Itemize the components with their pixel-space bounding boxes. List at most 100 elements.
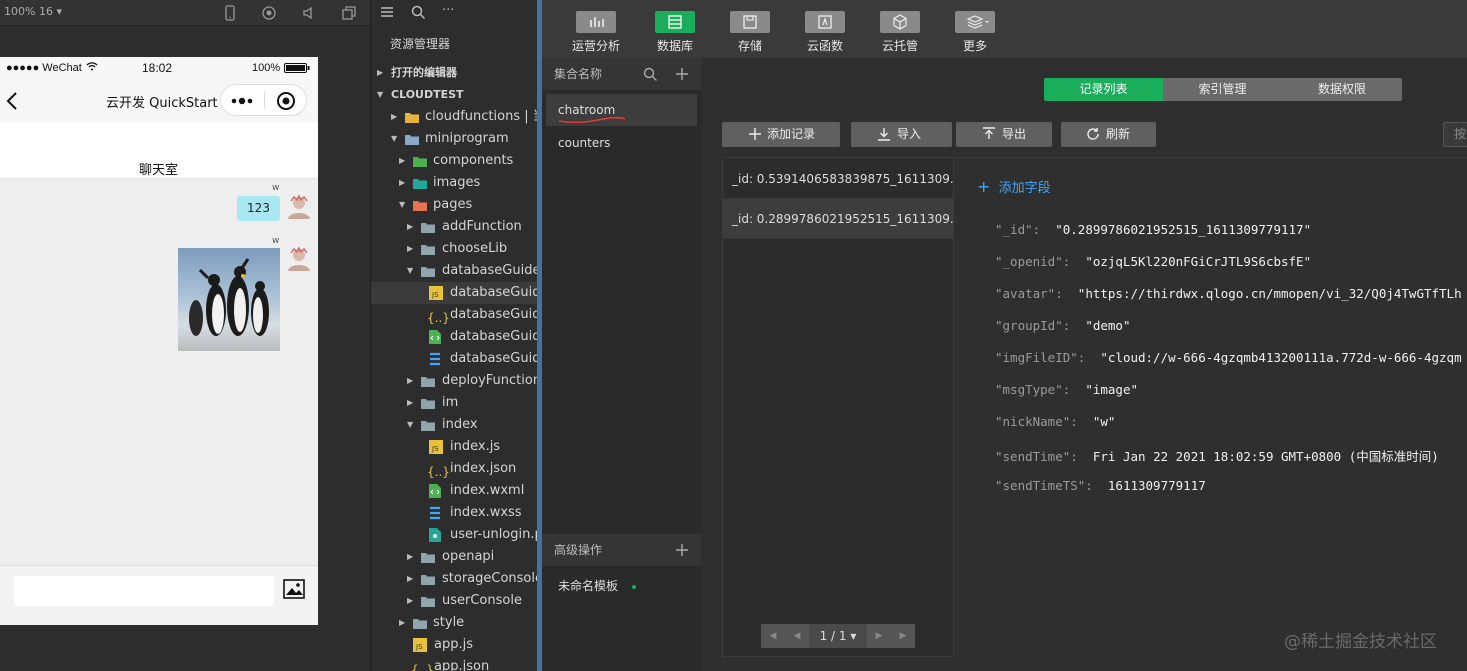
window-icon[interactable] — [341, 5, 357, 21]
tree-item-addfunction[interactable]: ▶ addFunction — [371, 216, 537, 238]
avatar[interactable] — [286, 193, 312, 219]
template-item[interactable]: 未命名模板 — [546, 570, 697, 602]
refresh-button[interactable]: 刷新 — [1061, 122, 1156, 147]
back-icon[interactable] — [6, 91, 18, 111]
tree-item-images[interactable]: ▶ images — [371, 172, 537, 194]
folder-open-icon — [421, 419, 435, 431]
add-collection-icon[interactable] — [674, 66, 690, 82]
more-dots-icon[interactable] — [231, 96, 257, 106]
tree-item-miniprogram[interactable]: ▼ miniprogram — [371, 128, 537, 150]
field-row-groupid[interactable]: "groupId": "demo" — [995, 318, 1130, 333]
field-row-avatar[interactable]: "avatar": "https://thirdwx.qlogo.cn/mmop… — [995, 286, 1462, 301]
toolbar-cloudhosting-button[interactable]: 云托管 — [870, 0, 930, 58]
field-row-openid[interactable]: "_openid": "ozjqL5Kl220nFGiCrJTL9S6cbsfE… — [995, 254, 1311, 269]
record-icon[interactable] — [261, 5, 277, 21]
toolbar-analytics-button[interactable]: 运营分析 — [566, 0, 626, 58]
database-icon — [655, 11, 695, 33]
search-record-input[interactable]: 按 — [1443, 122, 1467, 147]
tree-item-pages[interactable]: ▼ pages — [371, 194, 537, 216]
tree-item-components[interactable]: ▶ components — [371, 150, 537, 172]
first-page-icon[interactable]: ◀︎ — [761, 624, 785, 648]
file-explorer: ··· 资源管理器 ▶ 打开的编辑器 ▼ CLOUDTEST ▶ cloudfu… — [370, 0, 537, 671]
tree-item-user-unlogin[interactable]: user-unlogin.p — [371, 524, 537, 546]
next-page-icon[interactable]: ▶ — [867, 624, 891, 648]
close-miniprogram-icon[interactable] — [276, 91, 296, 111]
tree-item-databaseguide-wxss[interactable]: databaseGuide — [371, 348, 537, 370]
section-open-editors[interactable]: ▶ 打开的编辑器 — [371, 62, 537, 84]
add-record-button[interactable]: 添加记录 — [722, 122, 840, 147]
import-button[interactable]: 导入 — [851, 122, 952, 147]
tree-item-databaseguide-json[interactable]: {..} databaseGuide — [371, 304, 537, 326]
page-select[interactable]: 1 / 1 ▾ — [809, 624, 867, 648]
storage-icon — [730, 11, 770, 33]
tree-item-app-js[interactable]: JS app.js — [371, 634, 537, 656]
tree-item-im[interactable]: ▶ im — [371, 392, 537, 414]
chatroom-header: 聊天室 — [0, 123, 318, 179]
zoom-select[interactable]: 100% 16 ▾ — [4, 5, 62, 18]
last-page-icon[interactable]: ▶︎ — [891, 624, 915, 648]
collection-item-counters[interactable]: counters — [546, 127, 697, 159]
message-list[interactable]: w 123 w — [0, 179, 318, 565]
prev-page-icon[interactable]: ◀ — [785, 624, 809, 648]
field-row-id[interactable]: "_id": "0.2899786021952515_1611309779117… — [995, 222, 1311, 237]
image-picker-icon[interactable] — [283, 579, 305, 599]
toolbar-storage-button[interactable]: 存储 — [720, 0, 780, 58]
tree-item-index-json[interactable]: {..} index.json — [371, 458, 537, 480]
tree-item-cloudfunctions[interactable]: ▶ cloudfunctions | 当 — [371, 106, 537, 128]
message-input[interactable] — [14, 576, 274, 606]
tree-item-storageconsole[interactable]: ▶ storageConsole — [371, 568, 537, 590]
search-collection-icon[interactable] — [642, 66, 658, 82]
field-row-sendtime[interactable]: "sendTime": Fri Jan 22 2021 18:02:59 GMT… — [995, 446, 1439, 465]
tab-data-permission[interactable]: 数据权限 — [1282, 78, 1402, 101]
console-toolbar: 运营分析 数据库 存储 云函数 云托管 更多 — [542, 0, 1467, 58]
tree-item-userconsole[interactable]: ▶ userConsole — [371, 590, 537, 612]
tab-index-manage[interactable]: 索引管理 — [1163, 78, 1282, 101]
wxml-file-icon — [429, 484, 443, 498]
message-bubble[interactable]: 123 — [237, 196, 280, 221]
record-detail: + 添加字段 "_id": "0.2899786021952515_161130… — [955, 157, 1467, 671]
folder-icon — [421, 573, 435, 585]
tree-item-databaseguide-js[interactable]: JS databaseGuide — [371, 282, 537, 304]
field-row-msgtype[interactable]: "msgType": "image" — [995, 382, 1138, 397]
plus-icon — [748, 127, 762, 141]
record-list: _id: 0.5391406583839875_1611309... _id: … — [722, 157, 954, 657]
tree-item-databaseguide-folder[interactable]: ▼ databaseGuide — [371, 260, 537, 282]
field-row-nickname[interactable]: "nickName": "w" — [995, 414, 1115, 429]
tab-record-list[interactable]: 记录列表 — [1044, 78, 1163, 101]
add-template-icon[interactable] — [674, 542, 690, 558]
search-icon[interactable] — [410, 4, 426, 20]
tree-item-chooselib[interactable]: ▶ chooseLib — [371, 238, 537, 260]
message-image[interactable] — [178, 248, 280, 351]
js-file-icon: JS — [429, 286, 443, 300]
speaker-icon[interactable] — [301, 5, 317, 21]
tree-item-index-wxss[interactable]: index.wxss — [371, 502, 537, 524]
simulator-toolbar: 100% 16 ▾ — [0, 0, 370, 26]
tree-item-index-folder[interactable]: ▼ index — [371, 414, 537, 436]
tree-item-index-js[interactable]: JS index.js — [371, 436, 537, 458]
battery-icon — [284, 63, 310, 73]
explorer-list-icon[interactable] — [379, 4, 395, 20]
function-icon — [805, 11, 845, 33]
tree-item-databaseguide-wxml[interactable]: databaseGuide — [371, 326, 537, 348]
tree-item-app-json[interactable]: {..} app.json — [371, 656, 537, 671]
record-row[interactable]: _id: 0.5391406583839875_1611309... — [723, 159, 953, 199]
record-row[interactable]: _id: 0.2899786021952515_1611309... — [723, 199, 953, 239]
phone-icon[interactable] — [222, 5, 238, 21]
tree-item-deployfunctions[interactable]: ▶ deployFunctions — [371, 370, 537, 392]
toolbar-more-button[interactable]: 更多 — [945, 0, 1005, 58]
field-row-imgfileid[interactable]: "imgFileID": "cloud://w-666-4gzqmb413200… — [995, 350, 1462, 365]
tree-item-openapi[interactable]: ▶ openapi — [371, 546, 537, 568]
tree-item-style[interactable]: ▶ style — [371, 612, 537, 634]
more-icon[interactable]: ··· — [442, 3, 454, 18]
section-project[interactable]: ▼ CLOUDTEST — [371, 84, 537, 106]
images-folder-icon — [413, 177, 427, 189]
tree-item-index-wxml[interactable]: index.wxml — [371, 480, 537, 502]
toolbar-database-button[interactable]: 数据库 — [645, 0, 705, 58]
field-row-sendtimets[interactable]: "sendTimeTS": 1611309779117 — [995, 478, 1206, 493]
export-button[interactable]: 导出 — [956, 122, 1052, 147]
toolbar-cloudfunction-button[interactable]: 云函数 — [795, 0, 855, 58]
add-field-button[interactable]: + 添加字段 — [977, 177, 1051, 196]
message-sender: w — [272, 236, 280, 246]
components-folder-icon — [413, 155, 427, 167]
avatar[interactable] — [286, 245, 312, 271]
